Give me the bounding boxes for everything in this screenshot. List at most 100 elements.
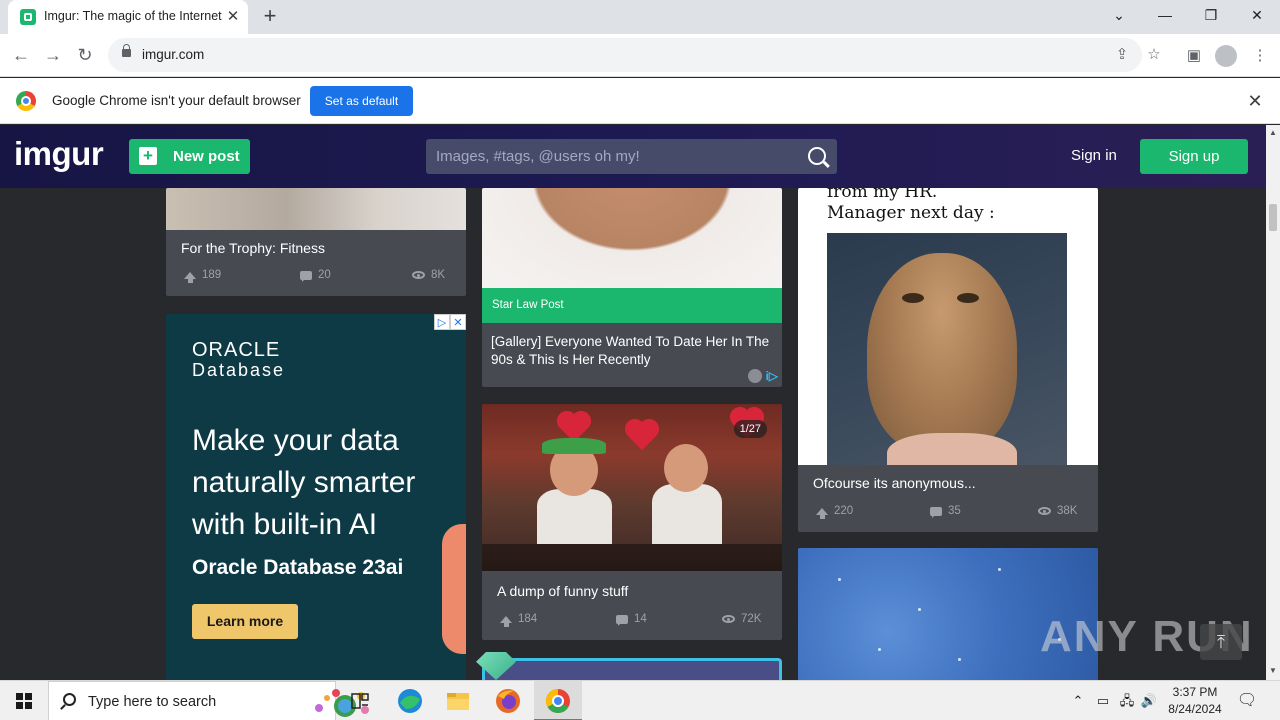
tab-title: Imgur: The magic of the Internet xyxy=(44,9,222,23)
post-thumbnail[interactable] xyxy=(166,188,466,230)
adchoices-icon[interactable]: i▷ xyxy=(765,369,778,383)
taskbar-search-placeholder: Type here to search xyxy=(88,694,217,710)
gallery-grid: For the Trophy: Fitness 189 20 8K ▷ ✕ OR… xyxy=(0,188,1266,680)
owl-figure xyxy=(867,253,1017,453)
post-title[interactable]: [Gallery] Everyone Wanted To Date Her In… xyxy=(491,333,771,369)
url-text[interactable]: imgur.com xyxy=(142,47,204,62)
tab-close-icon[interactable]: ✕ xyxy=(222,6,244,28)
infobar-close-icon[interactable]: ✕ xyxy=(1244,90,1266,112)
share-icon[interactable]: ⇪ xyxy=(1111,44,1133,66)
minimize-button[interactable]: — xyxy=(1142,0,1188,30)
comment-icon xyxy=(300,270,312,282)
browser-tab-imgur[interactable]: Imgur: The magic of the Internet ✕ xyxy=(8,0,248,34)
ad-choices[interactable]: ▷ ✕ xyxy=(434,314,466,330)
promoted-post-card[interactable] xyxy=(482,658,782,680)
page-scrollbar[interactable]: ▲ ▼ xyxy=(1266,125,1280,680)
post-title[interactable]: Ofcourse its anonymous... xyxy=(813,475,976,491)
new-tab-button[interactable]: + xyxy=(256,5,284,29)
oracle-logo-sub: Database xyxy=(192,360,286,380)
profile-avatar-icon[interactable] xyxy=(1215,45,1237,67)
video-caption xyxy=(482,544,782,571)
windows-logo-icon xyxy=(16,693,32,709)
post-thumbnail[interactable] xyxy=(482,188,782,288)
new-post-button[interactable]: + New post xyxy=(129,139,250,174)
tab-search-icon[interactable]: ⌄ xyxy=(1096,0,1142,30)
upvote-icon[interactable] xyxy=(500,615,512,627)
close-window-button[interactable]: ✕ xyxy=(1234,0,1280,30)
upvote-icon[interactable] xyxy=(816,507,828,519)
task-view-icon[interactable] xyxy=(336,681,384,720)
network-icon[interactable]: 🖧 xyxy=(1118,681,1136,720)
chrome-taskbar-icon[interactable] xyxy=(534,681,582,720)
comment-count: 20 xyxy=(300,269,331,282)
bookmark-star-icon[interactable]: ☆ xyxy=(1143,44,1165,66)
plus-icon: + xyxy=(139,147,157,165)
eye-icon xyxy=(1038,507,1051,515)
scrollbar-thumb[interactable] xyxy=(1269,204,1277,231)
forward-arrow-icon[interactable]: → xyxy=(38,40,68,70)
lock-icon[interactable] xyxy=(122,44,131,57)
ad-close-icon[interactable]: ✕ xyxy=(450,314,466,330)
post-thumbnail[interactable]: from my HR. Manager next day : xyxy=(798,188,1098,465)
post-title[interactable]: For the Trophy: Fitness xyxy=(181,240,325,256)
person-figure xyxy=(652,484,722,544)
maximize-button[interactable]: ❐ xyxy=(1188,0,1234,30)
back-to-top-button[interactable]: ⤒ xyxy=(1200,624,1242,660)
sponsor-label: Star Law Post xyxy=(482,288,782,323)
sign-up-button[interactable]: Sign up xyxy=(1140,139,1248,174)
post-card-funny-dump[interactable]: 1/27 A dump of funny stuff 184 14 72K xyxy=(482,404,782,640)
meme-text-line: Manager next day : xyxy=(827,203,995,223)
clock-date: 8/24/2024 xyxy=(1168,702,1222,716)
ad-info-icon[interactable] xyxy=(748,369,763,383)
oracle-advertisement[interactable]: ▷ ✕ ORACLE Database Make your data natur… xyxy=(166,314,466,680)
battery-icon[interactable]: ▭ xyxy=(1094,681,1112,720)
ad-choices[interactable]: i▷ xyxy=(748,369,778,383)
firefox-icon[interactable] xyxy=(484,681,532,720)
ad-decoration xyxy=(442,524,466,654)
side-panel-icon[interactable]: ▣ xyxy=(1182,44,1206,68)
start-button[interactable] xyxy=(0,681,48,720)
upvote-count: 184 xyxy=(500,613,537,627)
sponsored-post-card[interactable]: Star Law Post [Gallery] Everyone Wanted … xyxy=(482,188,782,387)
imgur-header: imgur + New post Images, #tags, @users o… xyxy=(0,125,1266,188)
menu-kebab-icon[interactable]: ⋮ xyxy=(1248,44,1272,68)
address-bar[interactable]: imgur.com ⇪ ☆ xyxy=(108,38,1161,72)
reload-icon[interactable]: ↻ xyxy=(70,40,100,70)
owl-figure xyxy=(957,293,979,303)
snow-decoration xyxy=(878,648,881,651)
sign-in-link[interactable]: Sign in xyxy=(1071,147,1117,164)
adchoices-icon[interactable]: ▷ xyxy=(434,314,450,330)
owl-figure xyxy=(902,293,924,303)
person-figure xyxy=(542,438,606,454)
meme-text-line: from my HR. xyxy=(827,188,938,202)
file-explorer-icon[interactable] xyxy=(434,681,482,720)
scroll-down-arrow-icon[interactable]: ▼ xyxy=(1268,666,1278,675)
browser-toolbar: ← → ↻ imgur.com ⇪ ☆ ▣ ⋮ xyxy=(0,34,1280,77)
learn-more-button[interactable]: Learn more xyxy=(192,604,298,639)
ad-headline: Make your data naturally smarter with bu… xyxy=(192,424,416,541)
volume-icon[interactable]: 🔊 xyxy=(1140,681,1158,720)
clock-time: 3:37 PM xyxy=(1172,685,1218,699)
back-arrow-icon[interactable]: ← xyxy=(6,40,36,70)
system-clock[interactable]: 3:37 PM 8/24/2024 xyxy=(1160,684,1230,718)
notifications-icon[interactable]: 🗨 xyxy=(1236,681,1258,720)
scroll-up-arrow-icon[interactable]: ▲ xyxy=(1268,128,1278,137)
search-input[interactable]: Images, #tags, @users oh my! xyxy=(426,139,837,174)
post-title[interactable]: A dump of funny stuff xyxy=(497,583,628,599)
post-card-owl[interactable]: from my HR. Manager next day : Ofcourse … xyxy=(798,188,1098,532)
taskbar-search-box[interactable]: Type here to search xyxy=(48,681,369,720)
show-hidden-icons-chevron-icon[interactable]: ⌃ xyxy=(1070,681,1086,720)
view-count: 8K xyxy=(412,269,445,281)
imgur-logo[interactable]: imgur xyxy=(14,135,104,173)
post-thumbnail[interactable]: 1/27 xyxy=(482,404,782,571)
upvote-icon[interactable] xyxy=(184,271,196,283)
ad-product: Oracle Database 23ai xyxy=(192,556,404,579)
search-icon[interactable] xyxy=(808,147,826,165)
eye-icon xyxy=(412,271,425,279)
edge-browser-icon[interactable] xyxy=(386,681,434,720)
set-as-default-button[interactable]: Set as default xyxy=(310,86,413,116)
oracle-logo: ORACLE xyxy=(192,339,281,361)
snow-decoration xyxy=(918,608,921,611)
comment-count: 14 xyxy=(616,613,647,626)
post-card-fitness[interactable]: For the Trophy: Fitness 189 20 8K xyxy=(166,188,466,296)
